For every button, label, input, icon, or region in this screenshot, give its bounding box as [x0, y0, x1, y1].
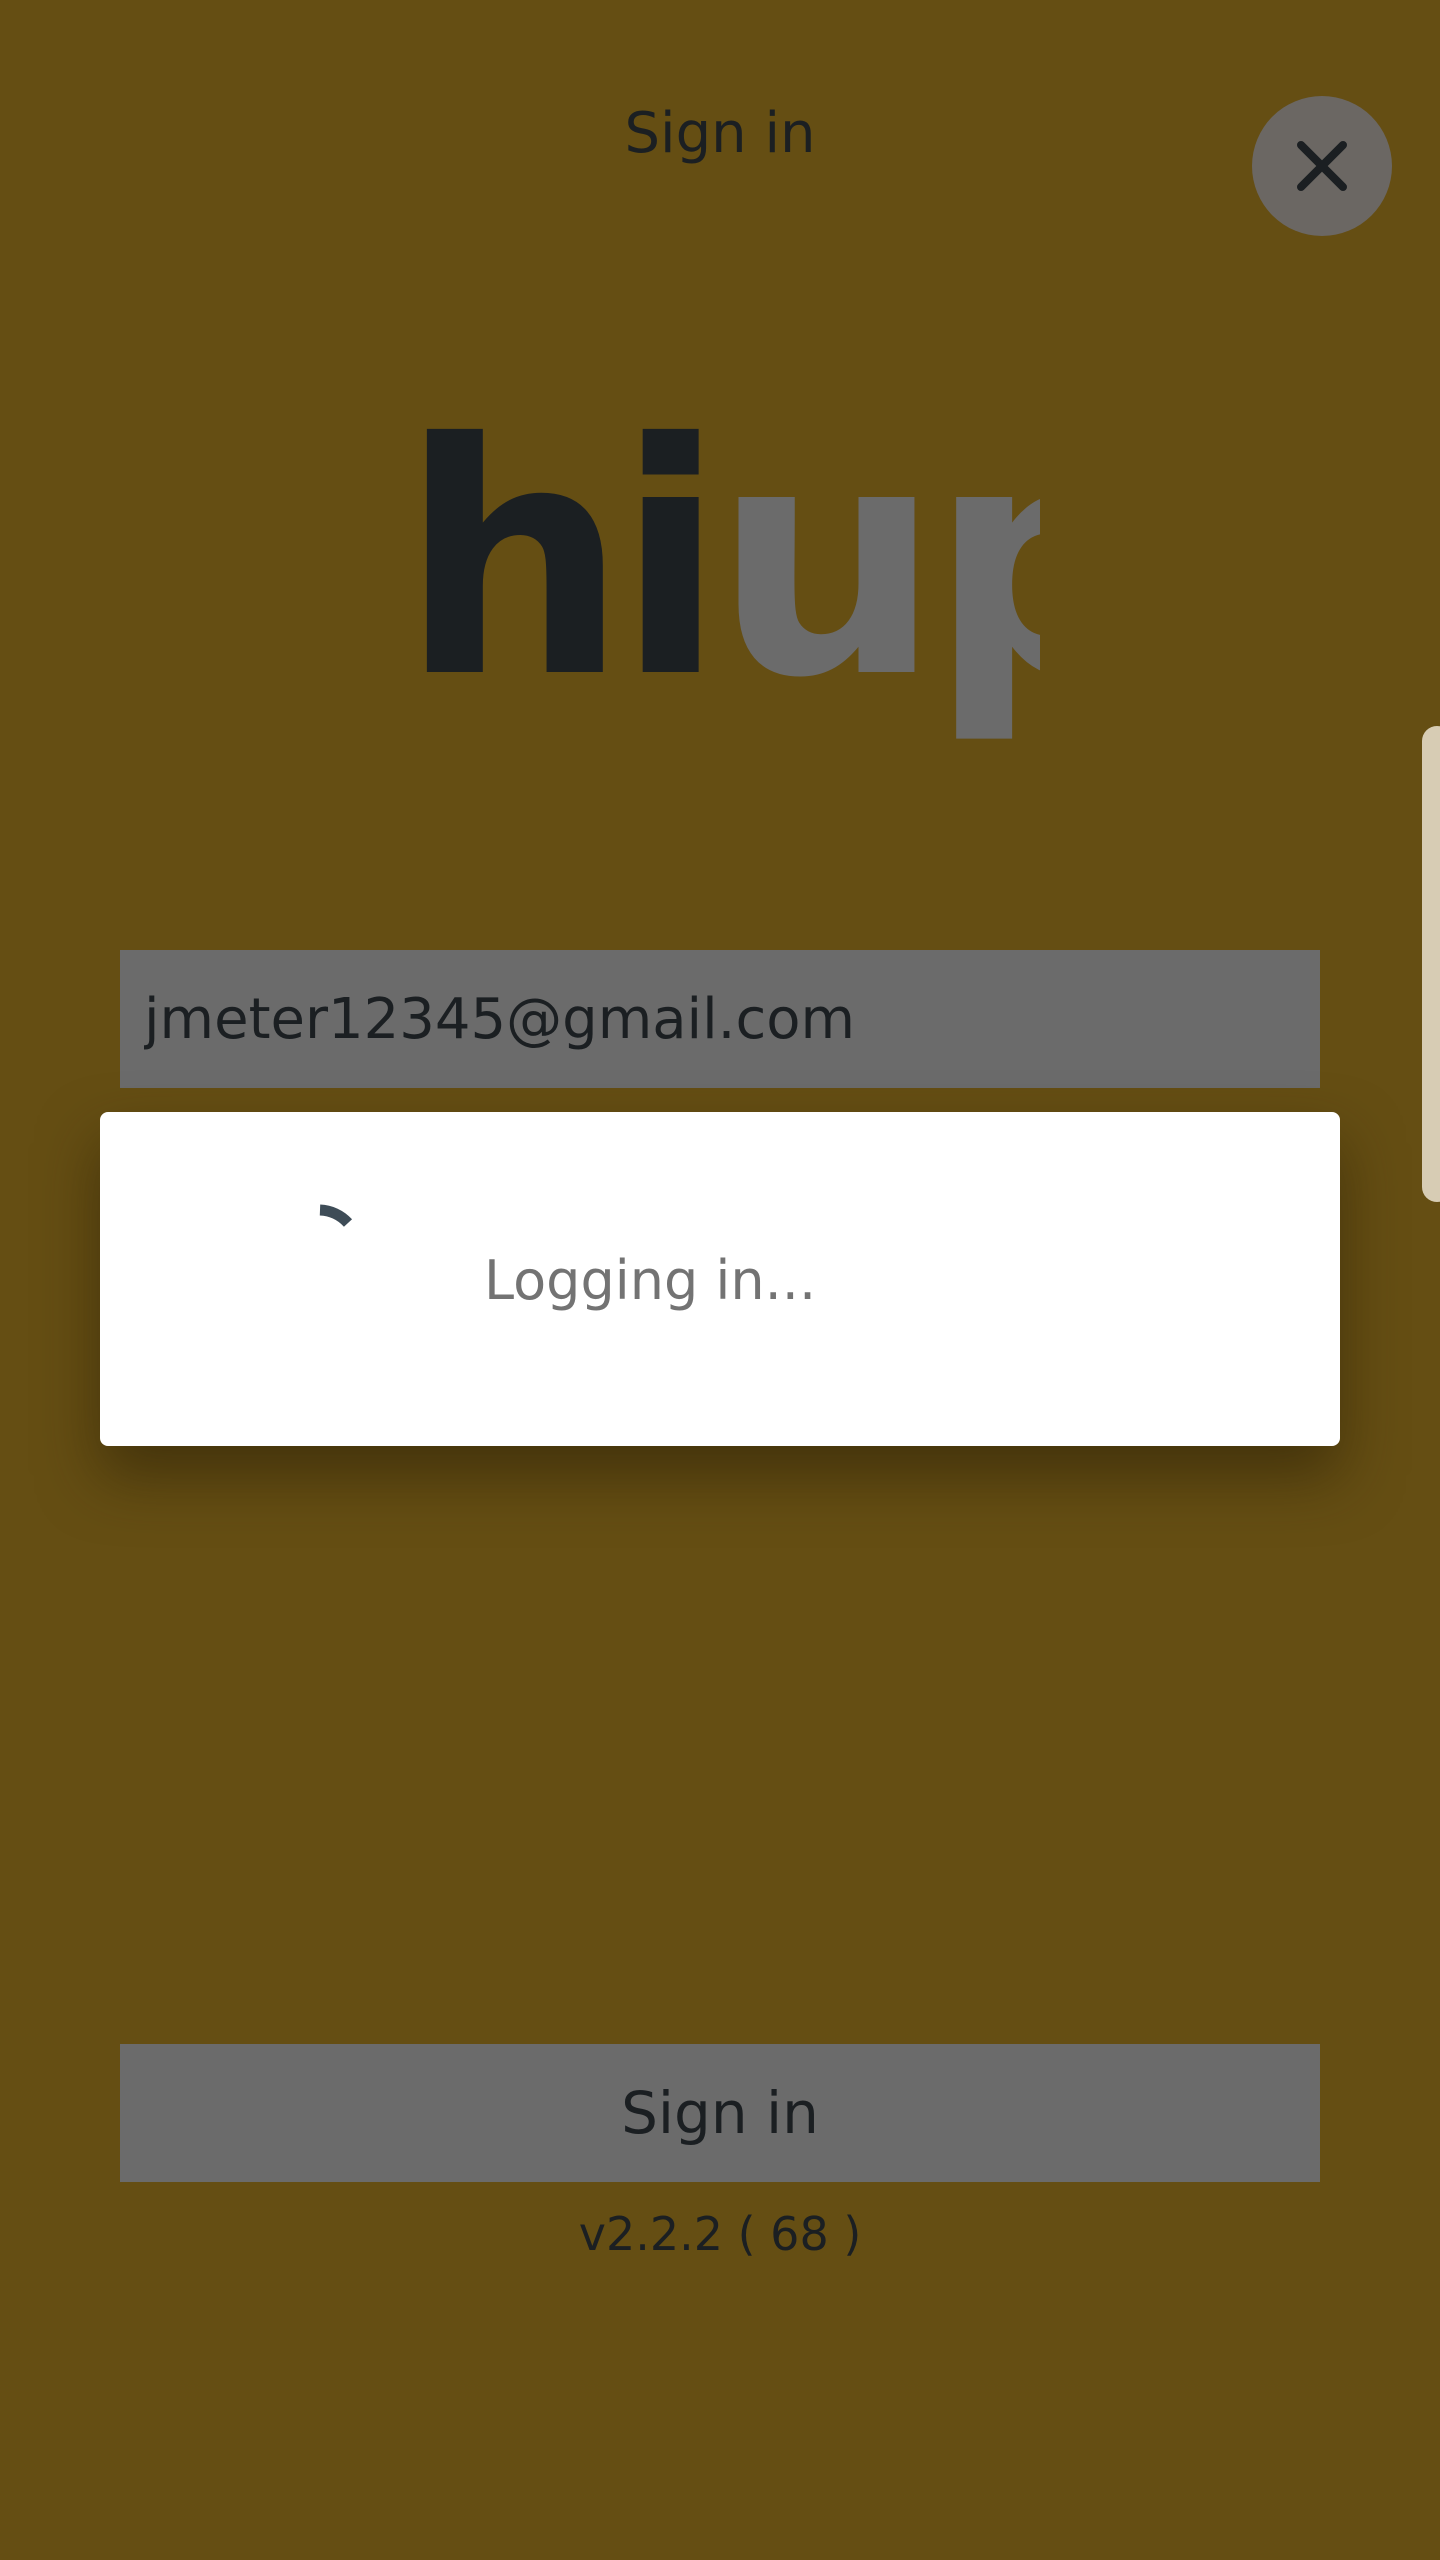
close-icon: [1297, 141, 1347, 191]
loading-message: Logging in...: [484, 1249, 817, 1312]
logo-text-hi: hi: [400, 400, 714, 748]
svg-text:hiup: hiup: [400, 400, 1040, 748]
sign-in-screen: Sign in hiup Sign in v2.2.2 ( 68 ) Loggi…: [0, 0, 1440, 2560]
sign-in-button[interactable]: Sign in: [120, 2044, 1320, 2182]
page-title: Sign in: [624, 101, 816, 166]
close-button[interactable]: [1252, 96, 1392, 236]
logo-text-up: up: [714, 400, 1041, 748]
email-input[interactable]: [144, 986, 1296, 1052]
loading-spinner-icon: [319, 1204, 353, 1227]
version-label: v2.2.2 ( 68 ): [578, 2207, 862, 2261]
hiup-logo: hiup: [400, 400, 1040, 748]
side-drawer-handle[interactable]: [1422, 726, 1440, 1202]
email-field[interactable]: [120, 950, 1320, 1088]
